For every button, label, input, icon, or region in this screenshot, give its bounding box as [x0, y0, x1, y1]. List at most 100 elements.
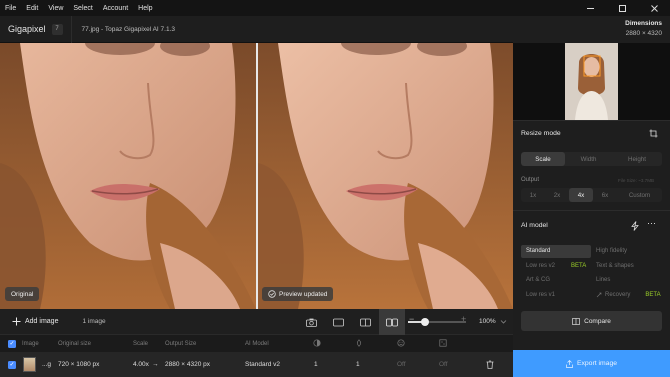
minimize-button[interactable]	[574, 0, 606, 16]
model-lines-label: Lines	[596, 277, 611, 284]
resize-mode-selector: Scale Width Height	[521, 152, 662, 166]
header-scale: Scale	[133, 340, 149, 347]
header-output-size: Output Size	[165, 340, 197, 347]
menu-edit[interactable]: Edit	[21, 5, 43, 12]
export-image-button[interactable]: Export image	[513, 350, 670, 377]
row-checkbox[interactable]: ✓	[8, 360, 16, 369]
ai-model-title: AI model	[521, 222, 548, 229]
check-circle-icon	[268, 290, 276, 298]
image-preview[interactable]: Original Preview updated	[0, 43, 513, 309]
maximize-icon	[618, 4, 626, 12]
menu-bar: File Edit View Select Account Help	[0, 0, 670, 16]
original-pane[interactable]: Original	[0, 43, 256, 309]
model-row: Low res v1 Recovery BETA	[521, 288, 662, 303]
row-grain-value: Off	[439, 361, 448, 368]
model-high-fidelity-label: High fidelity	[596, 248, 628, 255]
scale-custom-option[interactable]: Custom	[617, 188, 662, 202]
side-by-side-view-button[interactable]	[379, 309, 405, 335]
panel-divider	[513, 210, 670, 211]
row-arrow: →	[152, 361, 159, 368]
model-row: Art & CG Lines	[521, 273, 662, 288]
model-art-cg[interactable]: Art & CG	[526, 274, 591, 287]
mode-scale-tab[interactable]: Scale	[521, 152, 565, 166]
lightning-icon[interactable]	[631, 221, 639, 231]
navigator-preview[interactable]	[513, 43, 670, 120]
menu-help[interactable]: Help	[133, 5, 157, 12]
model-standard[interactable]: Standard	[521, 244, 591, 258]
table-row[interactable]: ✓ ...g 720 × 1080 px 4.00x → 2880 × 4320…	[0, 352, 513, 377]
model-recovery-label: Recovery	[605, 291, 631, 298]
dimensions-title: Dimensions	[625, 20, 662, 27]
menu-select[interactable]: Select	[68, 5, 97, 12]
add-image-button[interactable]: Add image	[12, 317, 58, 326]
camera-button[interactable]	[304, 315, 318, 329]
add-image-label: Add image	[25, 318, 59, 325]
scale-1x-option[interactable]: 1x	[521, 188, 545, 202]
row-original-size: 720 × 1080 px	[58, 361, 100, 368]
row-sharpen-value: 1	[356, 361, 360, 368]
header-ai-model: AI Model	[245, 340, 269, 347]
select-all-checkbox[interactable]: ✓	[8, 339, 16, 348]
recovery-icon	[596, 292, 602, 297]
camera-icon	[305, 318, 317, 327]
model-row: Standard High fidelity	[521, 244, 662, 259]
menu-account[interactable]: Account	[98, 5, 133, 12]
compare-button[interactable]: Compare	[521, 311, 662, 331]
mode-height-tab[interactable]: Height	[612, 152, 662, 166]
export-label: Export image	[576, 360, 618, 367]
compare-label: Compare	[584, 317, 611, 325]
single-view-button[interactable]	[331, 315, 345, 329]
beta-badge: BETA	[571, 262, 587, 269]
row-face-recovery-value: Off	[397, 361, 406, 368]
trash-icon[interactable]	[486, 360, 494, 369]
scale-2x-option[interactable]: 2x	[545, 188, 569, 202]
original-label: Original	[5, 287, 40, 301]
scale-4x-option[interactable]: 4x	[569, 188, 593, 202]
row-denoise-value: 1	[314, 361, 318, 368]
header-original-size: Original size	[58, 340, 92, 347]
face-recovery-icon	[397, 339, 405, 347]
chevron-down-icon[interactable]	[500, 319, 507, 325]
title-bar: Gigapixel 7 77.jpg - Topaz Gigapixel AI …	[0, 15, 513, 43]
menu-view[interactable]: View	[43, 5, 68, 12]
model-high-fidelity[interactable]: High fidelity	[596, 248, 627, 254]
single-view-icon	[332, 318, 344, 326]
more-options-icon[interactable]: ⋯	[647, 218, 656, 229]
model-text-shapes[interactable]: Text & shapes	[596, 263, 634, 269]
model-lines[interactable]: Lines	[596, 277, 610, 283]
portrait-original-image	[0, 43, 256, 309]
crop-icon[interactable]	[649, 129, 658, 138]
zoom-in-icon[interactable]: +	[461, 314, 466, 324]
side-by-side-icon	[386, 318, 398, 326]
split-view-button[interactable]	[358, 315, 372, 329]
close-icon	[650, 4, 658, 12]
header-image: Image	[22, 340, 39, 347]
model-recovery[interactable]: Recovery BETA	[596, 292, 661, 298]
model-low-res-v2-label: Low res v2	[526, 262, 556, 269]
close-window-button[interactable]	[638, 0, 670, 16]
model-low-res-v2[interactable]: Low res v2 BETA	[526, 259, 591, 272]
zoom-slider[interactable]	[408, 318, 466, 326]
portrait-preview-image	[258, 43, 513, 309]
table-header: ✓ Image Original size Scale Output Size …	[0, 335, 513, 352]
menu-file[interactable]: File	[0, 5, 21, 12]
grain-icon	[439, 339, 447, 347]
file-size-info: File Size: ~3.7MB	[618, 178, 655, 183]
row-output-size: 2880 × 4320 px	[165, 361, 210, 368]
maximize-button[interactable]	[606, 0, 638, 16]
zoom-value[interactable]: 100%	[479, 318, 496, 325]
mode-width-tab[interactable]: Width	[565, 152, 612, 166]
app-name: Gigapixel	[8, 24, 46, 34]
preview-status-text: Preview updated	[279, 290, 328, 298]
output-label: Output	[521, 177, 540, 183]
zoom-slider-knob[interactable]	[421, 318, 430, 326]
dimensions-value: 2880 × 4320	[625, 30, 662, 37]
compare-icon	[572, 317, 580, 325]
scale-6x-option[interactable]: 6x	[593, 188, 617, 202]
model-text-shapes-label: Text & shapes	[596, 262, 634, 269]
row-thumbnail	[23, 357, 36, 372]
sharpen-icon	[356, 339, 362, 347]
model-low-res-v1[interactable]: Low res v1	[526, 288, 591, 301]
export-icon	[566, 359, 573, 368]
preview-pane[interactable]: Preview updated	[258, 43, 513, 309]
